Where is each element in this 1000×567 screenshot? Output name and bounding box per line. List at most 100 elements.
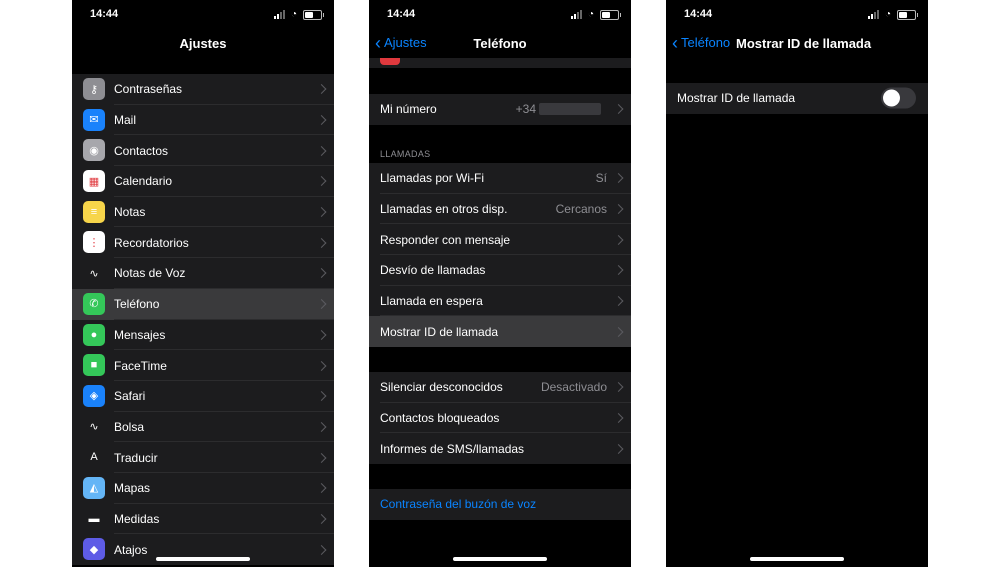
- status-bar: 14:44 ◔: [72, 0, 334, 30]
- back-button[interactable]: ‹ Teléfono: [672, 32, 731, 53]
- translate-icon: A: [83, 446, 105, 469]
- row-label: FaceTime: [114, 358, 167, 373]
- row-label: Mapas: [114, 481, 151, 496]
- calls-item[interactable]: Llamadas por Wi-Fi Sí: [369, 163, 631, 194]
- settings-item[interactable]: ◉ Contactos: [72, 135, 334, 166]
- row-label: Responder con mensaje: [380, 232, 511, 247]
- settings-item[interactable]: ∿ Notas de Voz: [72, 258, 334, 289]
- voicemail-password-link[interactable]: Contraseña del buzón de voz: [380, 497, 536, 511]
- voicemail-group: Contraseña del buzón de voz: [369, 489, 631, 520]
- row-value: Sí: [595, 171, 607, 186]
- chevron-left-icon: ‹: [672, 32, 678, 53]
- settings-item[interactable]: ◭ Mapas: [72, 473, 334, 504]
- settings-list: ⚷ Contraseñas ✉ Mail ◉ Contactos ▦ Calendario ≡ N…: [72, 74, 334, 565]
- chevron-right-icon: [316, 299, 327, 310]
- back-label: Teléfono: [681, 35, 731, 50]
- my-number-row[interactable]: Mi número +34: [369, 94, 631, 125]
- settings-item[interactable]: ⋮ Recordatorios: [72, 227, 334, 258]
- settings-item[interactable]: ▦ Calendario: [72, 166, 334, 197]
- settings-item[interactable]: ■ FaceTime: [72, 350, 334, 381]
- settings-item[interactable]: ✆ Teléfono: [72, 288, 334, 320]
- row-label: Contactos: [114, 143, 169, 158]
- row-value: Desactivado: [540, 380, 607, 395]
- maps-icon: ◭: [83, 476, 105, 499]
- chevron-right-icon: [316, 421, 327, 432]
- settings-item[interactable]: ◈ Safari: [72, 381, 334, 412]
- chevron-right-icon: [316, 391, 327, 402]
- row-label: Medidas: [114, 511, 160, 526]
- nav-bar: ‹ Ajustes Teléfono: [369, 30, 631, 58]
- row-label: Informes de SMS/llamadas: [380, 441, 525, 456]
- chevron-right-icon: [316, 360, 327, 371]
- chevron-right-icon: [316, 268, 327, 279]
- blocking-item[interactable]: Contactos bloqueados: [369, 403, 631, 434]
- row-label: Safari: [114, 389, 146, 404]
- settings-item[interactable]: ⚷ Contraseñas: [72, 74, 334, 105]
- status-time: 14:44: [684, 8, 713, 20]
- chevron-right-icon: [613, 443, 624, 454]
- caller-id-toggle[interactable]: [881, 87, 916, 109]
- mail-icon: ✉: [83, 108, 105, 131]
- battery-icon: [897, 9, 918, 20]
- phone-settings-screen: 14:44 ◔ ‹ Ajustes Teléfono Mi número +34…: [369, 0, 631, 567]
- calls-item[interactable]: Desvío de llamadas: [369, 255, 631, 286]
- home-indicator: [453, 557, 547, 561]
- messages-icon: ●: [83, 323, 105, 346]
- caller-id-row: Mostrar ID de llamada: [666, 83, 928, 114]
- row-label: Contactos bloqueados: [380, 411, 500, 426]
- status-time: 14:44: [90, 8, 119, 20]
- page-title: Ajustes: [179, 36, 227, 51]
- row-label: Llamadas por Wi-Fi: [380, 171, 485, 186]
- row-label: Contraseñas: [114, 82, 183, 97]
- calls-item[interactable]: Llamada en espera: [369, 286, 631, 317]
- row-label: Mail: [114, 113, 137, 128]
- chevron-right-icon: [613, 265, 624, 276]
- chevron-right-icon: [316, 176, 327, 187]
- page-title: Teléfono: [473, 36, 527, 51]
- row-label: Llamadas en otros disp.: [380, 202, 508, 217]
- calls-item[interactable]: Mostrar ID de llamada: [369, 316, 631, 348]
- phone-icon: ✆: [83, 292, 105, 315]
- status-time: 14:44: [387, 8, 416, 20]
- settings-item[interactable]: ▬ Medidas: [72, 504, 334, 535]
- wifi-icon: ◔: [290, 9, 297, 20]
- voicemail-password-row[interactable]: Contraseña del buzón de voz: [369, 489, 631, 520]
- chevron-right-icon: [316, 544, 327, 555]
- blocking-list: Silenciar desconocidos Desactivado Contact…: [369, 372, 631, 465]
- voice-memos-icon: ∿: [83, 262, 105, 285]
- safari-icon: ◈: [83, 384, 105, 407]
- blocking-item[interactable]: Informes de SMS/llamadas: [369, 433, 631, 464]
- chevron-right-icon: [613, 296, 624, 307]
- notes-icon: ≡: [83, 200, 105, 223]
- blocking-item[interactable]: Silenciar desconocidos Desactivado: [369, 372, 631, 403]
- chevron-right-icon: [613, 326, 624, 337]
- page-title: Mostrar ID de llamada: [736, 36, 872, 51]
- row-label: Llamada en espera: [380, 294, 483, 309]
- toggle-knob: [883, 89, 900, 107]
- row-label: Desvío de llamadas: [380, 263, 486, 278]
- settings-item[interactable]: ● Mensajes: [72, 320, 334, 351]
- redacted-number: [539, 103, 601, 115]
- caller-id-screen: 14:44 ◔ ‹ Teléfono Mostrar ID de llamada…: [666, 0, 928, 567]
- signal-icon: [273, 10, 285, 19]
- nav-bar: ‹ Teléfono Mostrar ID de llamada: [666, 30, 928, 58]
- chevron-right-icon: [613, 104, 624, 115]
- row-label: Mostrar ID de llamada: [380, 324, 499, 339]
- chevron-right-icon: [316, 84, 327, 95]
- calls-item[interactable]: Responder con mensaje: [369, 224, 631, 255]
- settings-item[interactable]: A Traducir: [72, 442, 334, 473]
- red-icon-fragment: [380, 58, 400, 65]
- row-label: Notas de Voz: [114, 266, 186, 281]
- chevron-right-icon: [316, 514, 327, 524]
- settings-item[interactable]: ∿ Bolsa: [72, 412, 334, 443]
- calls-item[interactable]: Llamadas en otros disp. Cercanos: [369, 194, 631, 225]
- home-indicator: [750, 557, 844, 561]
- row-label: Atajos: [114, 542, 148, 557]
- my-number-label: Mi número: [380, 102, 437, 117]
- my-number-group: Mi número +34: [369, 94, 631, 125]
- settings-item[interactable]: ✉ Mail: [72, 105, 334, 136]
- settings-item[interactable]: ≡ Notas: [72, 197, 334, 228]
- row-label: Traducir: [114, 450, 158, 465]
- my-number-value: +34: [515, 102, 536, 117]
- nav-bar: Ajustes: [72, 30, 334, 58]
